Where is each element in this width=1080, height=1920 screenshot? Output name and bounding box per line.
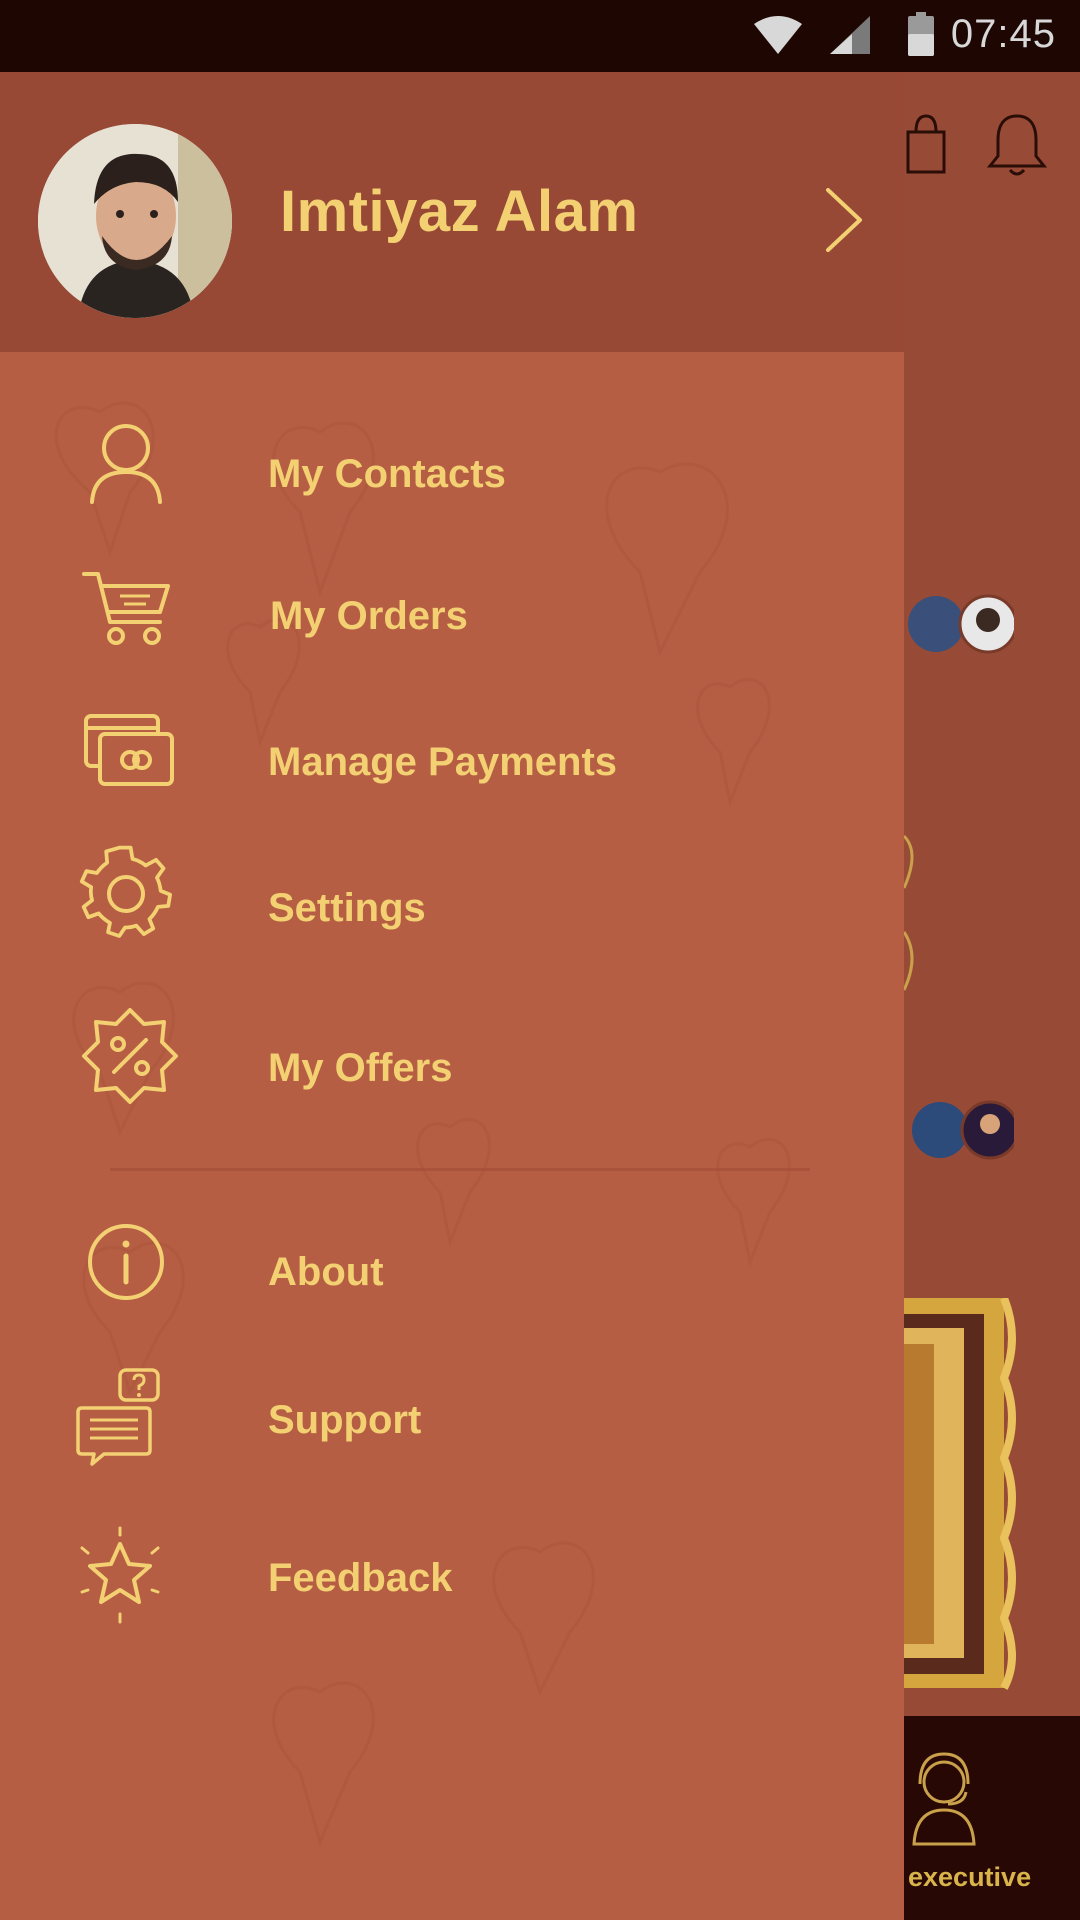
menu-divider: [110, 1168, 810, 1171]
bell-icon[interactable]: [984, 110, 1050, 180]
user-name: Imtiyaz Alam: [280, 179, 639, 244]
status-bar: 07:45: [0, 0, 1080, 72]
info-icon: [88, 1224, 164, 1300]
menu-item-support[interactable]: Support: [0, 1358, 904, 1478]
menu-item-about[interactable]: About: [0, 1208, 904, 1328]
menu-item-label: Settings: [268, 886, 426, 930]
menu-item-label: Manage Payments: [268, 740, 618, 784]
gear-icon: [79, 845, 173, 938]
menu-item-manage-payments[interactable]: Manage Payments: [0, 700, 904, 820]
cards-icon: [84, 714, 174, 786]
chat-question-icon: [76, 1368, 160, 1466]
contact-avatars: [912, 1100, 1014, 1160]
person-icon: [90, 424, 162, 504]
percent-badge-icon: [82, 1008, 178, 1104]
chevron-right-icon[interactable]: [822, 184, 866, 256]
menu-item-label: Support: [268, 1398, 422, 1442]
shopping-bag-icon: [906, 114, 946, 174]
menu-item-label: My Orders: [270, 594, 468, 638]
cart-icon: [82, 572, 170, 645]
menu-item-my-orders[interactable]: My Orders: [0, 556, 904, 676]
contact-avatars: [908, 594, 1014, 654]
battery-icon: [908, 12, 934, 56]
star-icon: [80, 1526, 160, 1624]
status-time: 07:45: [950, 12, 1056, 56]
menu-item-settings[interactable]: Settings: [0, 844, 904, 964]
menu-item-label: My Offers: [268, 1046, 453, 1090]
ornate-frame: [904, 1298, 1016, 1690]
menu-item-label: My Contacts: [268, 452, 506, 496]
gold-rings: [904, 834, 914, 991]
signal-icon: [830, 16, 870, 54]
profile-header[interactable]: Imtiyaz Alam: [0, 72, 904, 352]
menu-item-label: About: [268, 1250, 384, 1294]
executive-label[interactable]: executive: [908, 1862, 1080, 1893]
navigation-drawer: Imtiyaz Alam My Contacts My Orders Manag…: [0, 72, 904, 1920]
background-app: executive: [904, 72, 1080, 1920]
menu-item-label: Feedback: [268, 1556, 453, 1600]
menu-item-my-offers[interactable]: My Offers: [0, 1004, 904, 1124]
wifi-icon: [754, 16, 802, 54]
menu-item-my-contacts[interactable]: My Contacts: [0, 412, 904, 532]
profile-avatar[interactable]: [38, 124, 232, 318]
menu-item-feedback[interactable]: Feedback: [0, 1518, 904, 1638]
executive-headset-icon[interactable]: [908, 1748, 988, 1848]
